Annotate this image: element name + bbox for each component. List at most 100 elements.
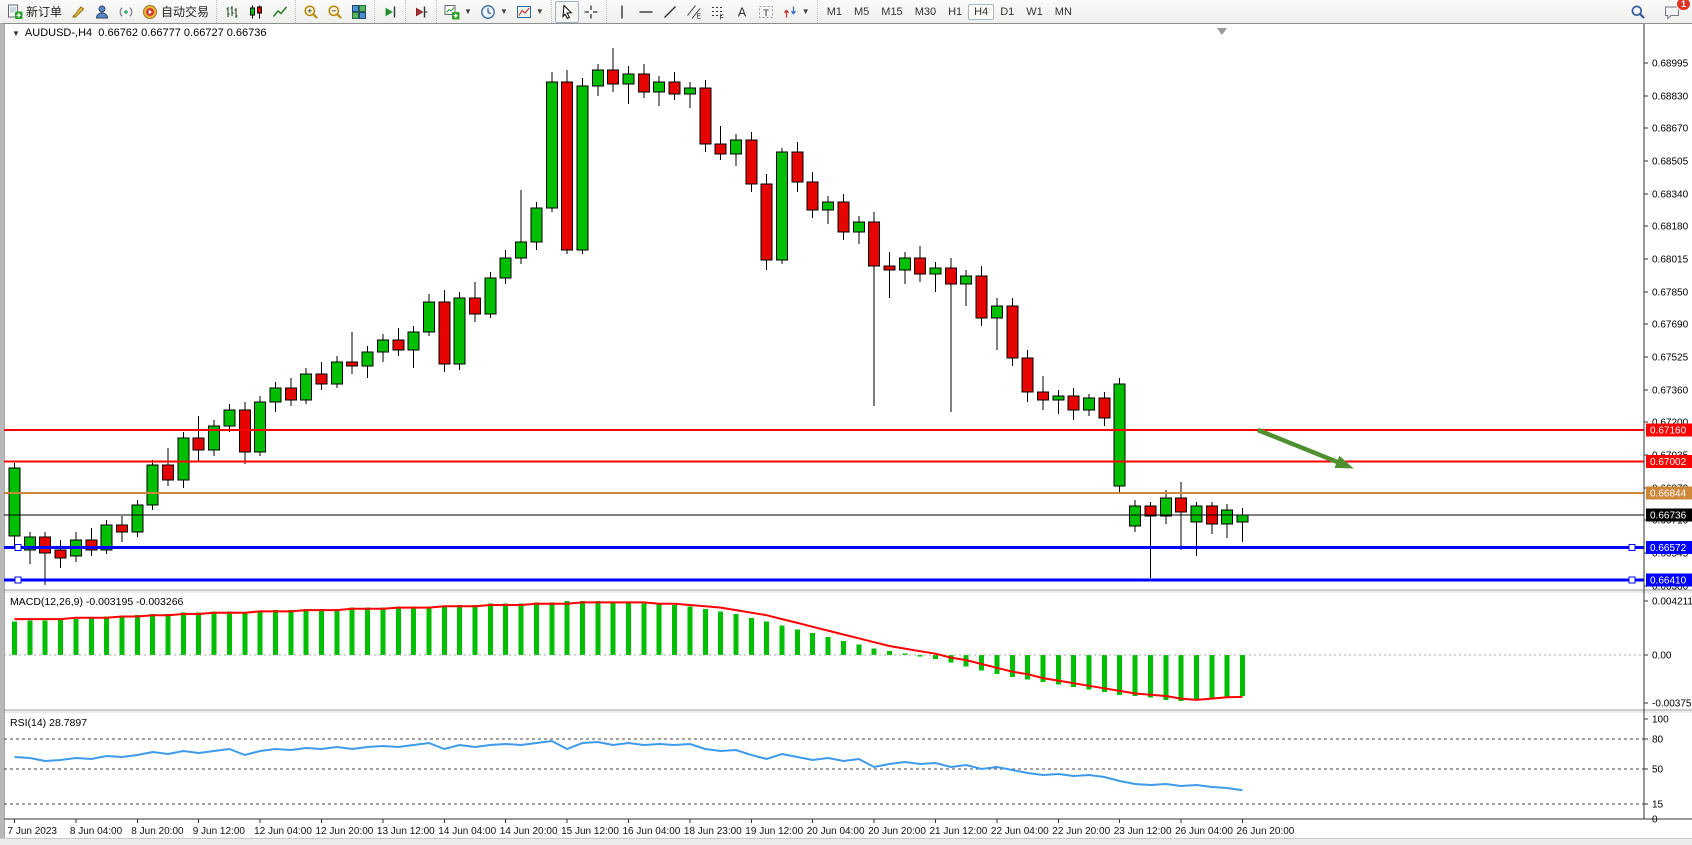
new-order-icon [7, 4, 23, 20]
zoom-out-button[interactable] [323, 1, 347, 23]
shift-group [374, 0, 405, 23]
templates-button[interactable]: ▼ [512, 1, 548, 23]
trade-group: 新订单 自动交易 [0, 0, 216, 23]
svg-text:0.67690: 0.67690 [1652, 320, 1689, 331]
clock-icon [480, 4, 496, 20]
svg-text:0.67160: 0.67160 [1650, 426, 1687, 437]
timeframe-h4-button[interactable]: H4 [968, 4, 994, 20]
candles-icon [248, 4, 264, 20]
notification-badge: 1 [1676, 0, 1691, 11]
new-order-button[interactable]: 新订单 [3, 1, 66, 23]
svg-text:14 Jun 20:00: 14 Jun 20:00 [500, 826, 558, 837]
fibonacci-button[interactable]: F [706, 1, 730, 23]
dropdown-caret-icon[interactable]: ▼ [464, 7, 472, 16]
timeframe-h1-button[interactable]: H1 [942, 4, 968, 20]
text-a-icon: A [734, 4, 750, 20]
line-chart-button[interactable] [268, 1, 292, 23]
search-icon [1630, 4, 1646, 20]
svg-text:8 Jun 04:00: 8 Jun 04:00 [70, 826, 123, 837]
timeframe-m1-button[interactable]: M1 [821, 4, 848, 20]
svg-text:0.66572: 0.66572 [1650, 543, 1687, 554]
chart-shift-button[interactable] [378, 1, 402, 23]
zoom-in-button[interactable] [299, 1, 323, 23]
arrows-button[interactable]: ▼ [778, 1, 814, 23]
dropdown-caret-icon[interactable]: ▼ [500, 7, 508, 16]
svg-text:50: 50 [1652, 765, 1664, 776]
chevron-down-icon[interactable]: ▼ [12, 29, 20, 38]
text-button[interactable]: A [730, 1, 754, 23]
svg-text:20 Jun 04:00: 20 Jun 04:00 [807, 826, 865, 837]
chart-type-group [216, 0, 295, 23]
periods-button[interactable]: ▼ [476, 1, 512, 23]
notifications-button[interactable]: 1 [1660, 1, 1684, 23]
svg-text:22 Jun 20:00: 22 Jun 20:00 [1052, 826, 1110, 837]
svg-text:9 Jun 12:00: 9 Jun 12:00 [193, 826, 246, 837]
market-button[interactable] [90, 1, 114, 23]
timeframe-d1-button[interactable]: D1 [994, 4, 1020, 20]
text-label-button[interactable]: T [754, 1, 778, 23]
search-button[interactable] [1626, 1, 1650, 23]
equidistant-channel-button[interactable]: E [682, 1, 706, 23]
svg-text:0.68340: 0.68340 [1652, 190, 1689, 201]
svg-text:0.68180: 0.68180 [1652, 222, 1689, 233]
chart-window[interactable]: ▼ AUDUSD-,H4 0.66762 0.66777 0.66727 0.66… [0, 23, 1692, 838]
svg-text:100: 100 [1652, 715, 1669, 726]
signals-button[interactable] [114, 1, 138, 23]
person-icon [94, 4, 110, 20]
svg-text:0.66410: 0.66410 [1650, 576, 1687, 587]
new-order-button-label: 新订单 [26, 3, 62, 20]
trendline-button[interactable] [658, 1, 682, 23]
bar-chart-button[interactable] [220, 1, 244, 23]
chart-canvas[interactable]: 0.689950.688300.686700.685050.683400.681… [4, 24, 1692, 844]
svg-text:7 Jun 2023: 7 Jun 2023 [8, 826, 58, 837]
crosshair-button[interactable] [579, 1, 603, 23]
timeframe-group: M1M5M15M30H1H4D1W1MN [817, 0, 1081, 23]
cursor-button[interactable] [555, 1, 579, 23]
shift-icon [382, 4, 398, 20]
svg-text:19 Jun 12:00: 19 Jun 12:00 [745, 826, 803, 837]
svg-text:-0.003755: -0.003755 [1652, 699, 1692, 710]
svg-text:26 Jun 04:00: 26 Jun 04:00 [1175, 826, 1233, 837]
chart-ohlc-values: 0.66762 0.66777 0.66727 0.66736 [98, 27, 266, 39]
vertical-line-button[interactable] [610, 1, 634, 23]
timeframe-m15-button[interactable]: M15 [875, 4, 908, 20]
new-chart-button[interactable]: ▼ [440, 1, 476, 23]
hline-icon [638, 4, 654, 20]
dropdown-caret-icon[interactable]: ▼ [536, 7, 544, 16]
svg-text:80: 80 [1652, 735, 1664, 746]
tile-windows-button[interactable] [347, 1, 371, 23]
dropdown-caret-icon[interactable]: ▼ [802, 7, 810, 16]
main-toolbar: 新订单 自动交易 ▼ ▼ ▼ E F A T ▼ M1M5M15M30H1H4D1W1MN 1 [0, 0, 1692, 24]
svg-text:T: T [763, 7, 769, 18]
styler-button[interactable] [66, 1, 90, 23]
svg-text:15: 15 [1652, 800, 1664, 811]
timeframe-mn-button[interactable]: MN [1049, 4, 1078, 20]
svg-text:0.68505: 0.68505 [1652, 157, 1689, 168]
new-chart-icon [444, 4, 460, 20]
tiles-icon [351, 4, 367, 20]
label-t-icon: T [758, 4, 774, 20]
timeframe-w1-button[interactable]: W1 [1020, 4, 1049, 20]
horizontal-line-button[interactable] [634, 1, 658, 23]
svg-text:13 Jun 12:00: 13 Jun 12:00 [377, 826, 435, 837]
candle-chart-button[interactable] [244, 1, 268, 23]
svg-text:0.68015: 0.68015 [1652, 255, 1689, 266]
svg-text:E: E [696, 13, 701, 20]
autotrading-button-label: 自动交易 [161, 3, 209, 20]
cursor-icon [559, 4, 575, 20]
svg-text:0.68830: 0.68830 [1652, 92, 1689, 103]
timeframe-m30-button[interactable]: M30 [909, 4, 942, 20]
zoom-out-icon [327, 4, 343, 20]
autotrading-button[interactable]: 自动交易 [138, 1, 213, 23]
timeframe-m5-button[interactable]: M5 [848, 4, 875, 20]
svg-text:0.68995: 0.68995 [1652, 59, 1689, 70]
svg-text:F: F [719, 14, 723, 20]
auto-scroll-button[interactable] [409, 1, 433, 23]
autotrade-icon [142, 4, 158, 20]
svg-text:20 Jun 20:00: 20 Jun 20:00 [868, 826, 926, 837]
autoscroll-icon [413, 4, 429, 20]
svg-text:15 Jun 12:00: 15 Jun 12:00 [561, 826, 619, 837]
svg-text:A: A [738, 5, 747, 19]
chart-symbol-period: AUDUSD-,H4 [25, 27, 92, 39]
bars-icon [224, 4, 240, 20]
